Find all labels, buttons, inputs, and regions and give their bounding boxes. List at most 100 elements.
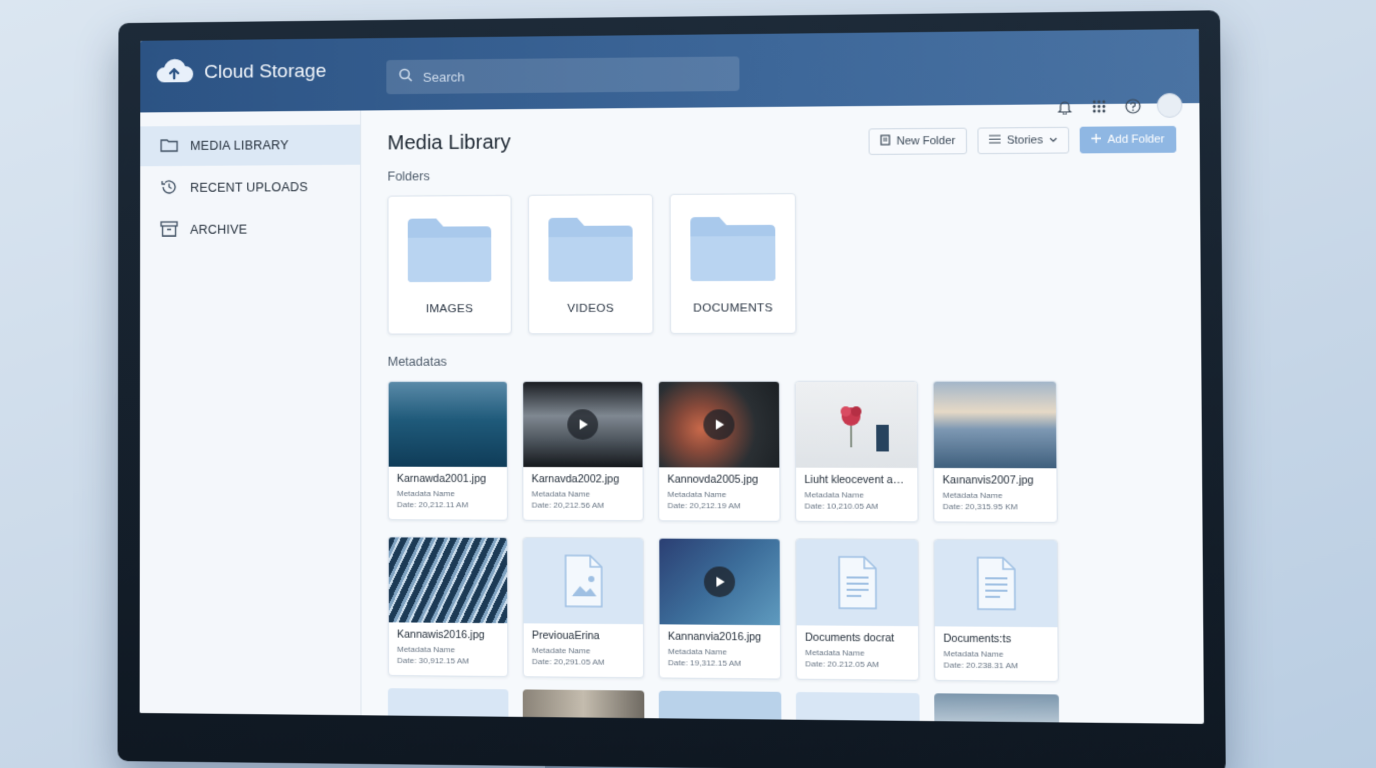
folders-heading: Folders (387, 169, 430, 184)
video-thumbnail (523, 381, 643, 468)
add-folder-button[interactable]: Add Folder (1079, 125, 1177, 154)
media-card[interactable]: Karnawda2001.jpg Metadata Name Date: 20,… (387, 380, 509, 521)
sidebar-item-archive[interactable]: ARCHIVE (140, 209, 360, 250)
list-icon (989, 135, 1001, 147)
file-date: Date: 20.212.05 AM (805, 659, 880, 670)
file-thumbnail (796, 539, 919, 627)
document-file-icon (836, 555, 878, 611)
sidebar-item-recent-uploads[interactable]: RECENT UPLOADS (140, 167, 360, 208)
play-icon[interactable] (703, 409, 735, 440)
top-bar: Cloud Storage (140, 29, 1200, 113)
media-card[interactable]: Karnavda2002.jpg Metadata Name Date: 20,… (522, 380, 644, 522)
folder-label: IMAGES (425, 302, 474, 315)
bell-icon[interactable] (1055, 97, 1074, 116)
media-card-partial[interactable] (934, 693, 1060, 724)
cloud-upload-icon (154, 56, 194, 89)
folder-icon (406, 215, 494, 289)
media-card[interactable]: PreviouaErina Metadate Name Date: 20,291… (522, 536, 645, 679)
add-folder-label: Add Folder (1107, 133, 1165, 147)
metadata-name: Metadata Name (805, 647, 865, 658)
media-card[interactable]: Kannanvia2016.jpg Metadata Name Date: 19… (658, 537, 782, 680)
sort-label: Stories (1006, 134, 1043, 147)
flower-image (840, 406, 889, 452)
file-date: Date: 20.238.31 AM (943, 660, 1019, 671)
media-card-partial[interactable] (795, 691, 920, 724)
play-icon[interactable] (703, 566, 736, 598)
file-date: Date: 20,212.11 AM (396, 500, 469, 510)
help-icon[interactable] (1123, 96, 1142, 115)
play-icon[interactable] (567, 409, 599, 440)
folder-images[interactable]: IMAGES (387, 194, 512, 335)
apps-grid-icon[interactable] (1089, 97, 1108, 116)
sidebar-item-label: ARCHIVE (190, 222, 248, 237)
file-date: Date: 20,212.19 AM (667, 500, 741, 511)
folder-documents[interactable]: DOCUMENTS (669, 193, 797, 335)
file-thumbnail (523, 538, 644, 625)
image-thumbnail (388, 381, 507, 467)
metadata-name: Metadata Name (667, 489, 727, 500)
media-card[interactable]: Kaınanvis2007.jpg Metadata Name Date: 20… (932, 380, 1058, 523)
new-folder-label: New Folder (896, 134, 956, 148)
media-card[interactable]: Liuht kleocevent and... Metadata Name Da… (794, 380, 919, 523)
media-card[interactable]: Kannawis2016.jpg Metadata Name Date: 30,… (387, 536, 509, 678)
media-card-partial[interactable] (658, 690, 782, 723)
new-folder-button[interactable]: New Folder (868, 127, 967, 155)
file-date: Date: 10,210.05 AM (804, 501, 879, 511)
sidebar-item-label: MEDIA LIBRARY (190, 138, 289, 153)
search-icon (398, 67, 412, 86)
metadata-name: Metadata Name (942, 490, 1003, 501)
toolbar: New Folder Stories Add Folder (868, 125, 1177, 155)
metadata-name: Metadata Name (396, 488, 455, 499)
image-thumbnail (795, 381, 918, 468)
history-icon (160, 177, 178, 198)
file-name: Documents:ts (943, 632, 1012, 646)
image-thumbnail (388, 537, 508, 624)
search-box[interactable] (386, 56, 740, 95)
plus-icon (1092, 134, 1102, 146)
media-card[interactable]: Documents:ts Metadata Name Date: 20.238.… (933, 538, 1059, 683)
metadata-name: Metadate Name (531, 645, 591, 656)
file-name: Liuht kleocevent and... (804, 473, 909, 487)
sidebar-item-label: RECENT UPLOADS (190, 180, 308, 195)
metadata-name: Metadata Name (943, 649, 1004, 659)
metadata-name: Metadata Name (397, 644, 456, 655)
main-content: Media Library New Folder Stories Add Fol… (361, 103, 1204, 724)
folder-videos[interactable]: VIDEOS (527, 194, 654, 335)
file-date: Date: 20,212.56 AM (531, 500, 605, 510)
file-thumbnail (934, 539, 1058, 628)
metadata-name: Metadata Name (667, 646, 727, 657)
metadata-name: Metadata Name (804, 490, 864, 500)
chevron-down-icon (1049, 134, 1058, 146)
file-name: Karnawda2001.jpg (396, 472, 487, 486)
folder-icon (160, 138, 178, 155)
search-input[interactable] (422, 66, 710, 85)
sidebar-item-media-library[interactable]: MEDIA LIBRARY (140, 124, 361, 167)
file-date: Date: 20,291.05 AM (531, 656, 605, 667)
file-name: Documents docrat (805, 631, 895, 645)
file-date: Date: 20,315.95 KM (942, 501, 1018, 512)
image-thumbnail (933, 381, 1057, 469)
archive-icon (160, 220, 178, 239)
folder-label: VIDEOS (567, 302, 614, 315)
video-thumbnail (659, 538, 780, 626)
folder-label: DOCUMENTS (693, 301, 773, 315)
video-thumbnail (658, 381, 780, 468)
file-name: Kannawis2016.jpg (397, 628, 485, 642)
app-window: Cloud Storage MEDIA LIBRARY RECENT (139, 29, 1204, 724)
folder-icon (546, 214, 634, 288)
file-date: Date: 30,912.15 AM (397, 655, 470, 666)
monitor-bezel: Cloud Storage MEDIA LIBRARY RECENT (117, 10, 1226, 768)
file-name: Kaınanvis2007.jpg (942, 474, 1034, 487)
document-file-icon (975, 556, 1018, 612)
brand: Cloud Storage (154, 55, 326, 90)
app-title: Cloud Storage (204, 60, 327, 83)
file-date: Date: 19,312.15 AM (667, 658, 742, 668)
media-card[interactable]: Documents docrat Metadata Name Date: 20.… (795, 538, 920, 681)
sidebar: MEDIA LIBRARY RECENT UPLOADS ARCHIVE (139, 110, 362, 716)
file-name: PreviouaErina (531, 629, 600, 643)
avatar[interactable] (1156, 92, 1183, 118)
sort-dropdown[interactable]: Stories (977, 126, 1070, 155)
media-card[interactable]: Kannovda2005.jpg Metadata Name Date: 20,… (657, 380, 781, 522)
media-card-partial[interactable] (387, 688, 509, 720)
media-card-partial[interactable] (522, 689, 645, 722)
